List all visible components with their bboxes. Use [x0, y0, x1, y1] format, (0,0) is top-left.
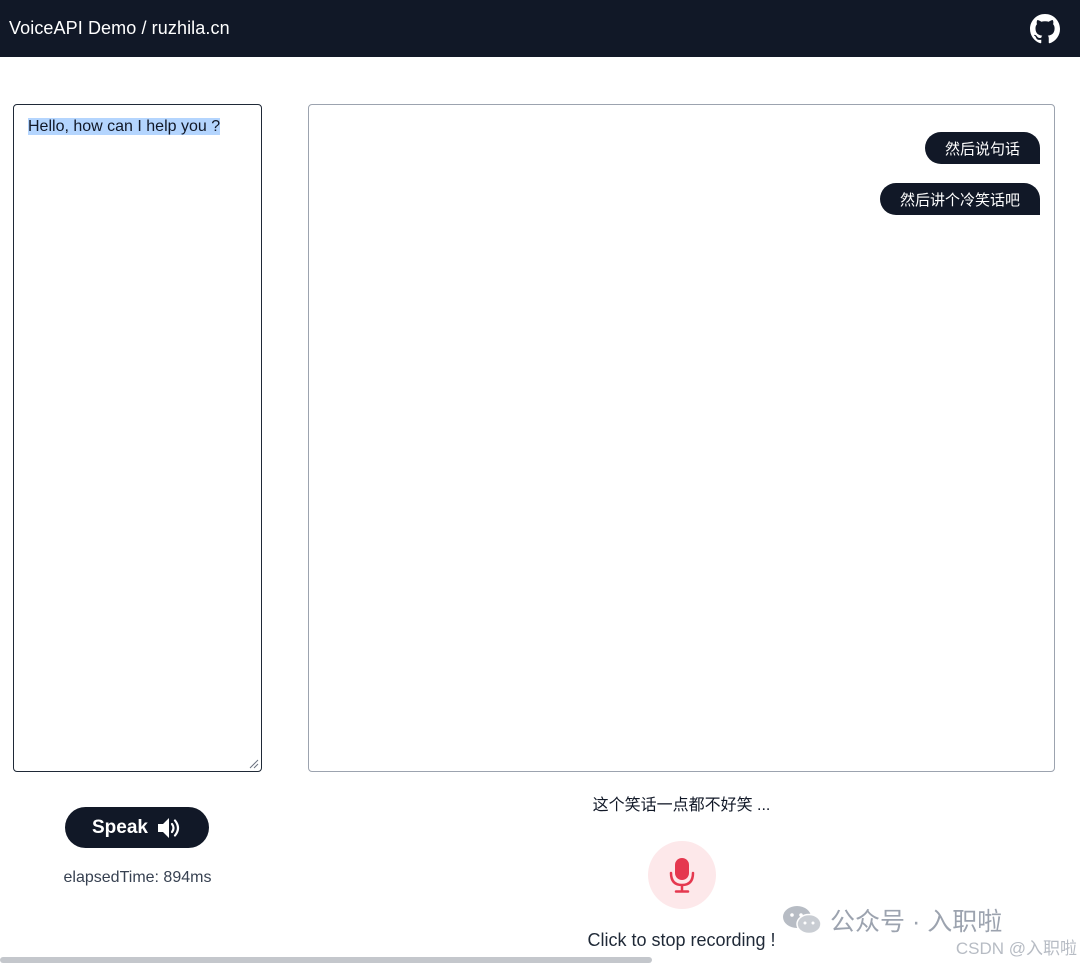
record-button[interactable]: [648, 841, 716, 909]
chat-message: 然后讲个冷笑话吧: [879, 183, 1040, 215]
github-icon[interactable]: [1030, 13, 1060, 44]
elapsed-time: elapsedTime: 894ms: [63, 869, 212, 886]
csdn-watermark: CSDN @入职啦: [955, 939, 1077, 958]
wechat-watermark: 公众号 · 入职啦: [782, 902, 1002, 938]
speak-button[interactable]: Speak: [65, 807, 209, 848]
app-title: VoiceAPI Demo / ruzhila.cn: [9, 18, 230, 38]
horizontal-scrollbar[interactable]: [0, 957, 652, 963]
microphone-icon: [669, 858, 695, 893]
watermark-text: 公众号 · 入职啦: [830, 908, 1003, 936]
chat-message: 然后说句话: [924, 132, 1040, 164]
tts-text-input[interactable]: Hello, how can I help you ?: [13, 104, 262, 772]
chat-transcript-panel: 然后说句话 然后讲个冷笑话吧: [308, 104, 1055, 772]
tts-text-value: Hello, how can I help you ?: [28, 118, 221, 135]
speaker-icon: [157, 817, 180, 838]
top-navbar: VoiceAPI Demo / ruzhila.cn: [0, 0, 1080, 57]
speak-button-label: Speak: [92, 816, 148, 838]
resize-handle-icon[interactable]: [249, 759, 259, 769]
wechat-icon: [783, 906, 822, 935]
live-transcript: 这个笑话一点都不好笑 ...: [592, 797, 771, 814]
